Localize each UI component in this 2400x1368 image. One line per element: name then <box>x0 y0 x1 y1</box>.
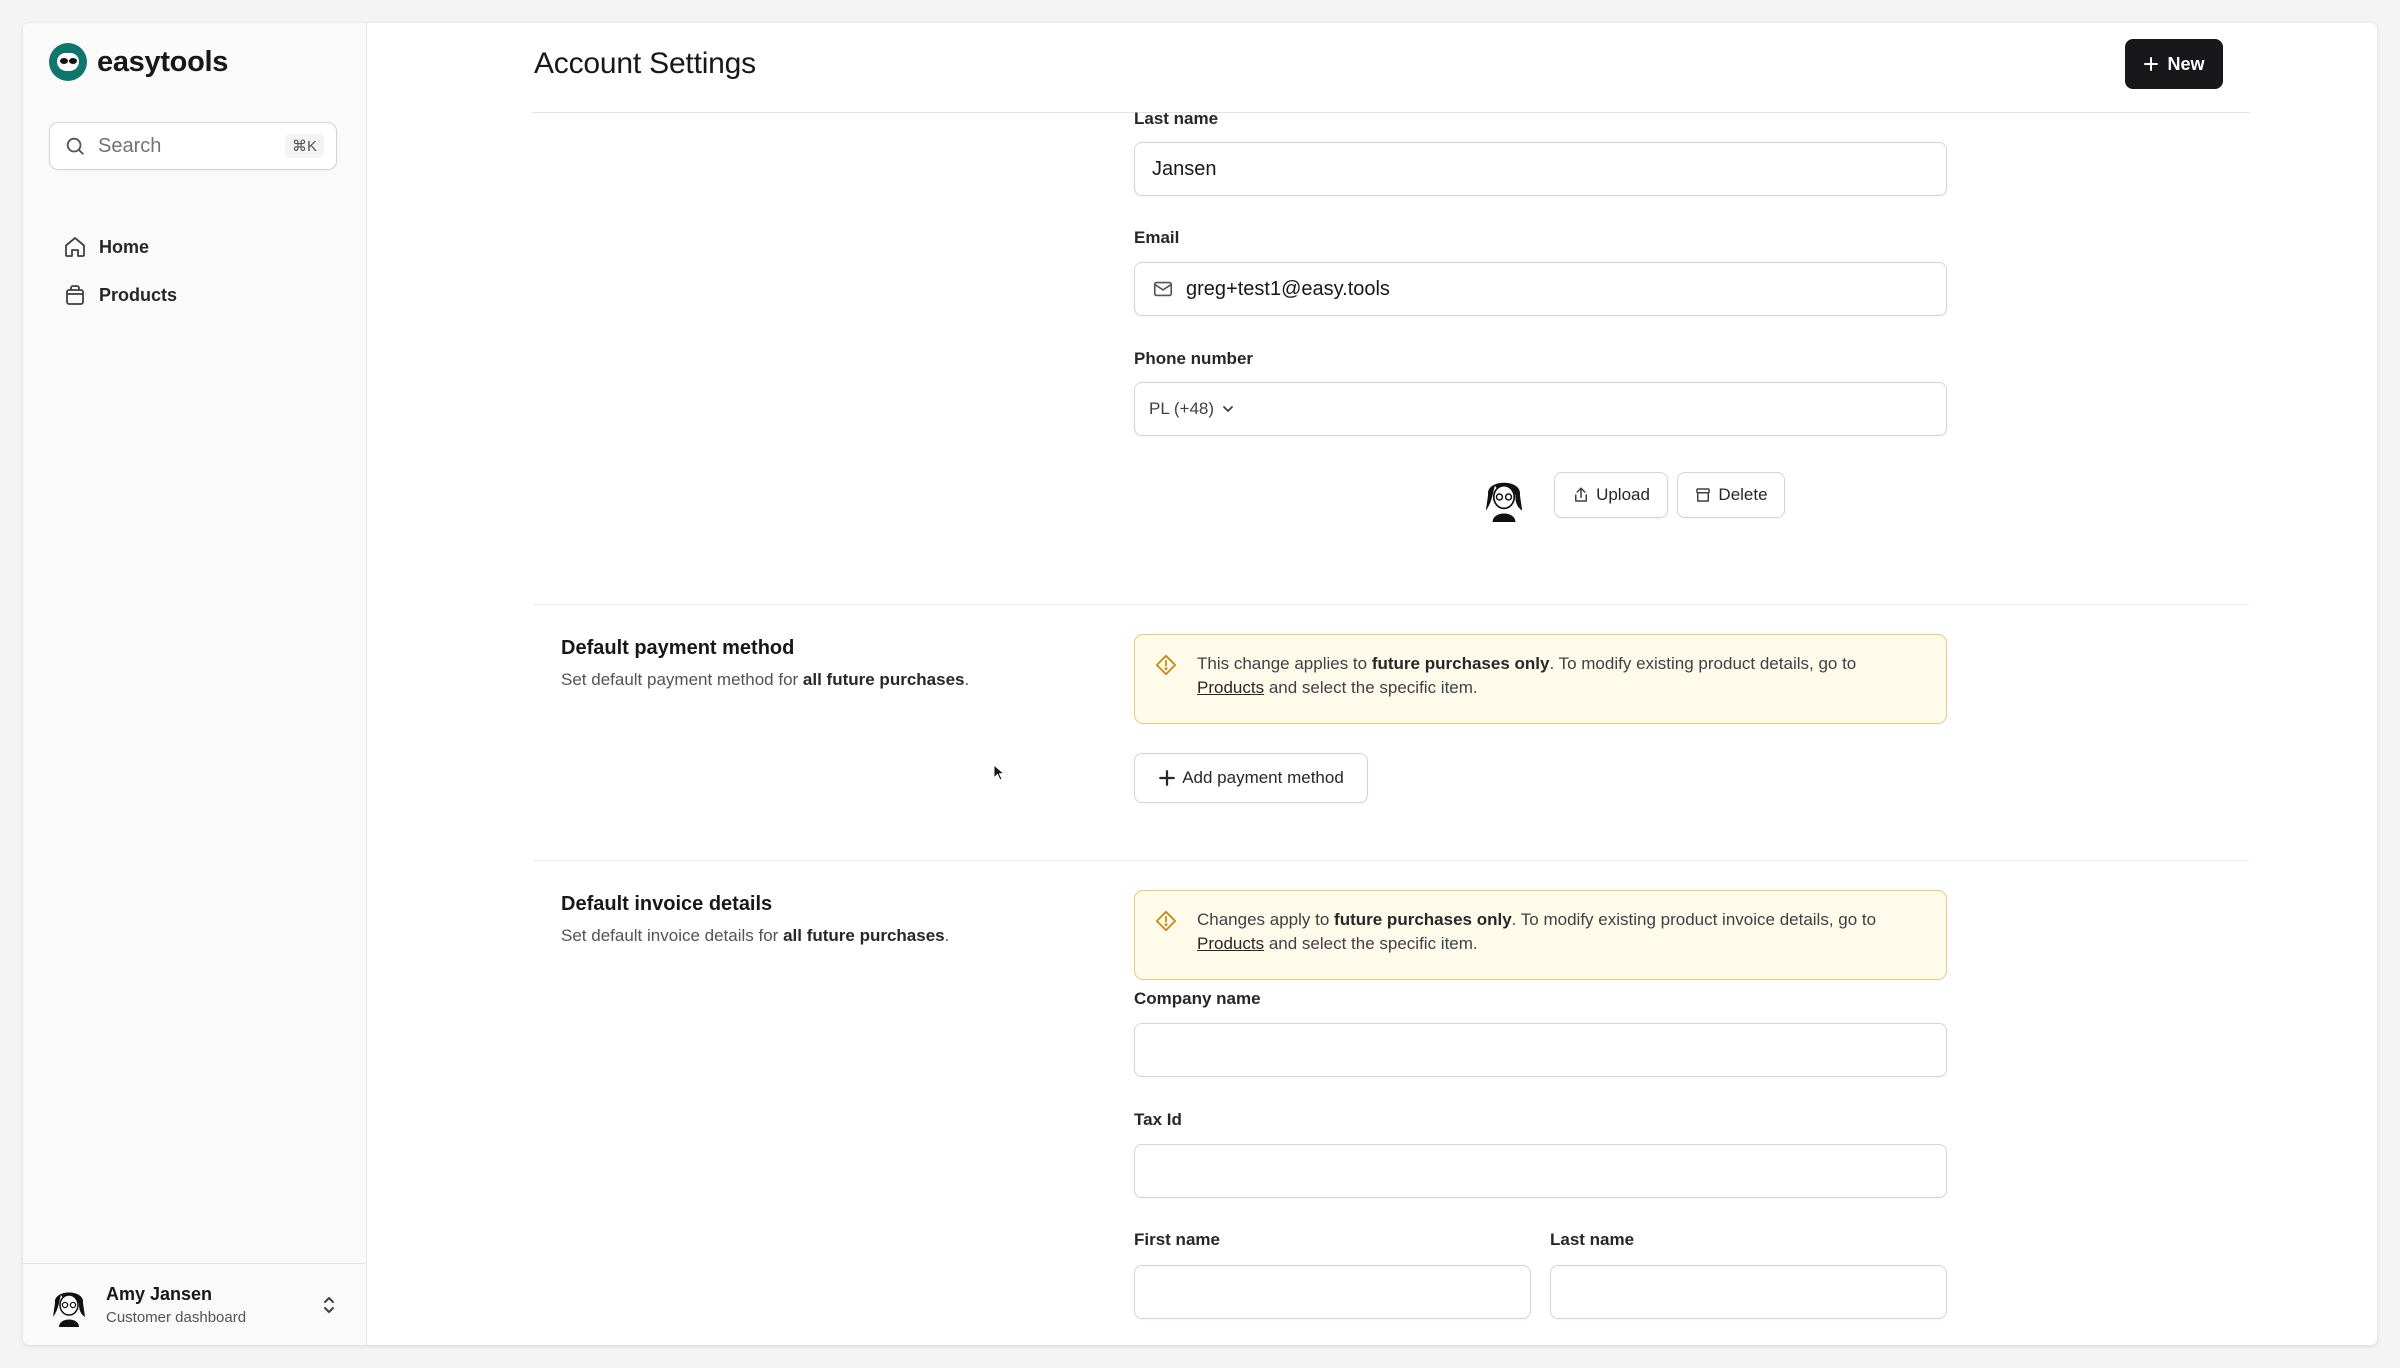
app-window: easytools Search ⌘K Home Products Amy Ja… <box>23 23 2377 1345</box>
invoice-last-name-field[interactable] <box>1550 1265 1947 1319</box>
chevron-up-down-icon[interactable] <box>317 1293 341 1317</box>
tax-id-field[interactable] <box>1134 1144 1947 1198</box>
invoice-last-name-label: Last name <box>1550 1230 1635 1249</box>
upload-button[interactable]: Upload <box>1554 472 1668 518</box>
payment-warning-alert: This change applies to future purchases … <box>1134 634 1947 724</box>
sidebar-item-products[interactable]: Products <box>49 271 337 319</box>
plus-icon <box>1159 770 1176 786</box>
search-placeholder: Search <box>98 134 162 157</box>
country-code-select[interactable]: PL (+48) <box>1149 399 1236 419</box>
trash-icon <box>1696 488 1711 502</box>
company-name-label: Company name <box>1134 989 1261 1008</box>
plus-icon <box>2144 57 2159 71</box>
invoice-section-title: Default invoice details <box>561 893 773 915</box>
search-input[interactable]: Search ⌘K <box>49 122 337 170</box>
warning-diamond-icon <box>1155 910 1177 932</box>
search-shortcut: ⌘K <box>284 134 324 158</box>
mouse-cursor-icon <box>993 764 1006 781</box>
section-divider <box>533 860 2249 861</box>
country-code-value: PL (+48) <box>1149 399 1215 418</box>
email-value: greg+test1@easy.tools <box>1186 277 1390 300</box>
sidebar-item-label: Products <box>99 284 178 305</box>
home-icon <box>65 237 85 257</box>
brand-logo-icon <box>49 43 87 81</box>
company-name-field[interactable] <box>1134 1023 1947 1077</box>
add-payment-method-button[interactable]: Add payment method <box>1134 753 1368 803</box>
payment-section-desc: Set default payment method for all futur… <box>561 670 970 689</box>
last-name-value: Jansen <box>1152 157 1217 180</box>
invoice-warning-alert: Changes apply to future purchases only. … <box>1134 890 1947 980</box>
last-name-label: Last name <box>1134 109 1219 128</box>
brand-name: easytools <box>97 45 229 78</box>
products-link[interactable]: Products <box>1197 934 1264 953</box>
new-button-label: New <box>2167 53 2205 74</box>
phone-label: Phone number <box>1134 349 1254 368</box>
brand[interactable]: easytools <box>49 43 228 81</box>
email-field[interactable]: greg+test1@easy.tools <box>1134 262 1947 316</box>
page-title: Account Settings <box>534 47 756 80</box>
products-link[interactable]: Products <box>1197 678 1264 697</box>
sidebar-nav: Home Products <box>49 223 337 319</box>
new-button[interactable]: New <box>2125 39 2223 89</box>
payment-section-title: Default payment method <box>561 637 795 659</box>
tax-id-label: Tax Id <box>1134 1110 1182 1129</box>
mail-icon <box>1153 281 1173 297</box>
profile-avatar <box>1485 482 1523 522</box>
sidebar: easytools Search ⌘K Home Products Amy Ja… <box>23 23 367 1345</box>
avatar <box>53 1292 85 1327</box>
page-header: Account Settings New <box>367 23 2377 113</box>
phone-field[interactable]: PL (+48) <box>1134 382 1947 436</box>
delete-button[interactable]: Delete <box>1677 472 1785 518</box>
warning-diamond-icon <box>1155 654 1177 676</box>
first-name-field[interactable] <box>1134 1265 1531 1319</box>
bag-icon <box>66 285 84 305</box>
upload-icon <box>1575 487 1588 502</box>
sidebar-item-label: Home <box>99 236 150 257</box>
delete-label: Delete <box>1718 485 1768 504</box>
section-divider <box>533 604 2249 605</box>
search-icon <box>62 133 88 159</box>
chevron-down-icon <box>1223 406 1233 412</box>
upload-label: Upload <box>1596 485 1650 504</box>
email-label: Email <box>1134 228 1180 247</box>
settings-content: Last name Jansen Email greg+test1@easy.t… <box>367 109 2377 1345</box>
invoice-section-desc: Set default invoice details for all futu… <box>561 926 950 945</box>
user-menu[interactable]: Amy Jansen Customer dashboard <box>23 1263 367 1345</box>
user-role: Customer dashboard <box>106 1308 247 1326</box>
sidebar-item-home[interactable]: Home <box>49 223 337 271</box>
last-name-field[interactable]: Jansen <box>1134 142 1947 196</box>
user-name: Amy Jansen <box>106 1283 213 1304</box>
first-name-label: First name <box>1134 1230 1220 1249</box>
add-payment-method-label: Add payment method <box>1182 768 1344 787</box>
